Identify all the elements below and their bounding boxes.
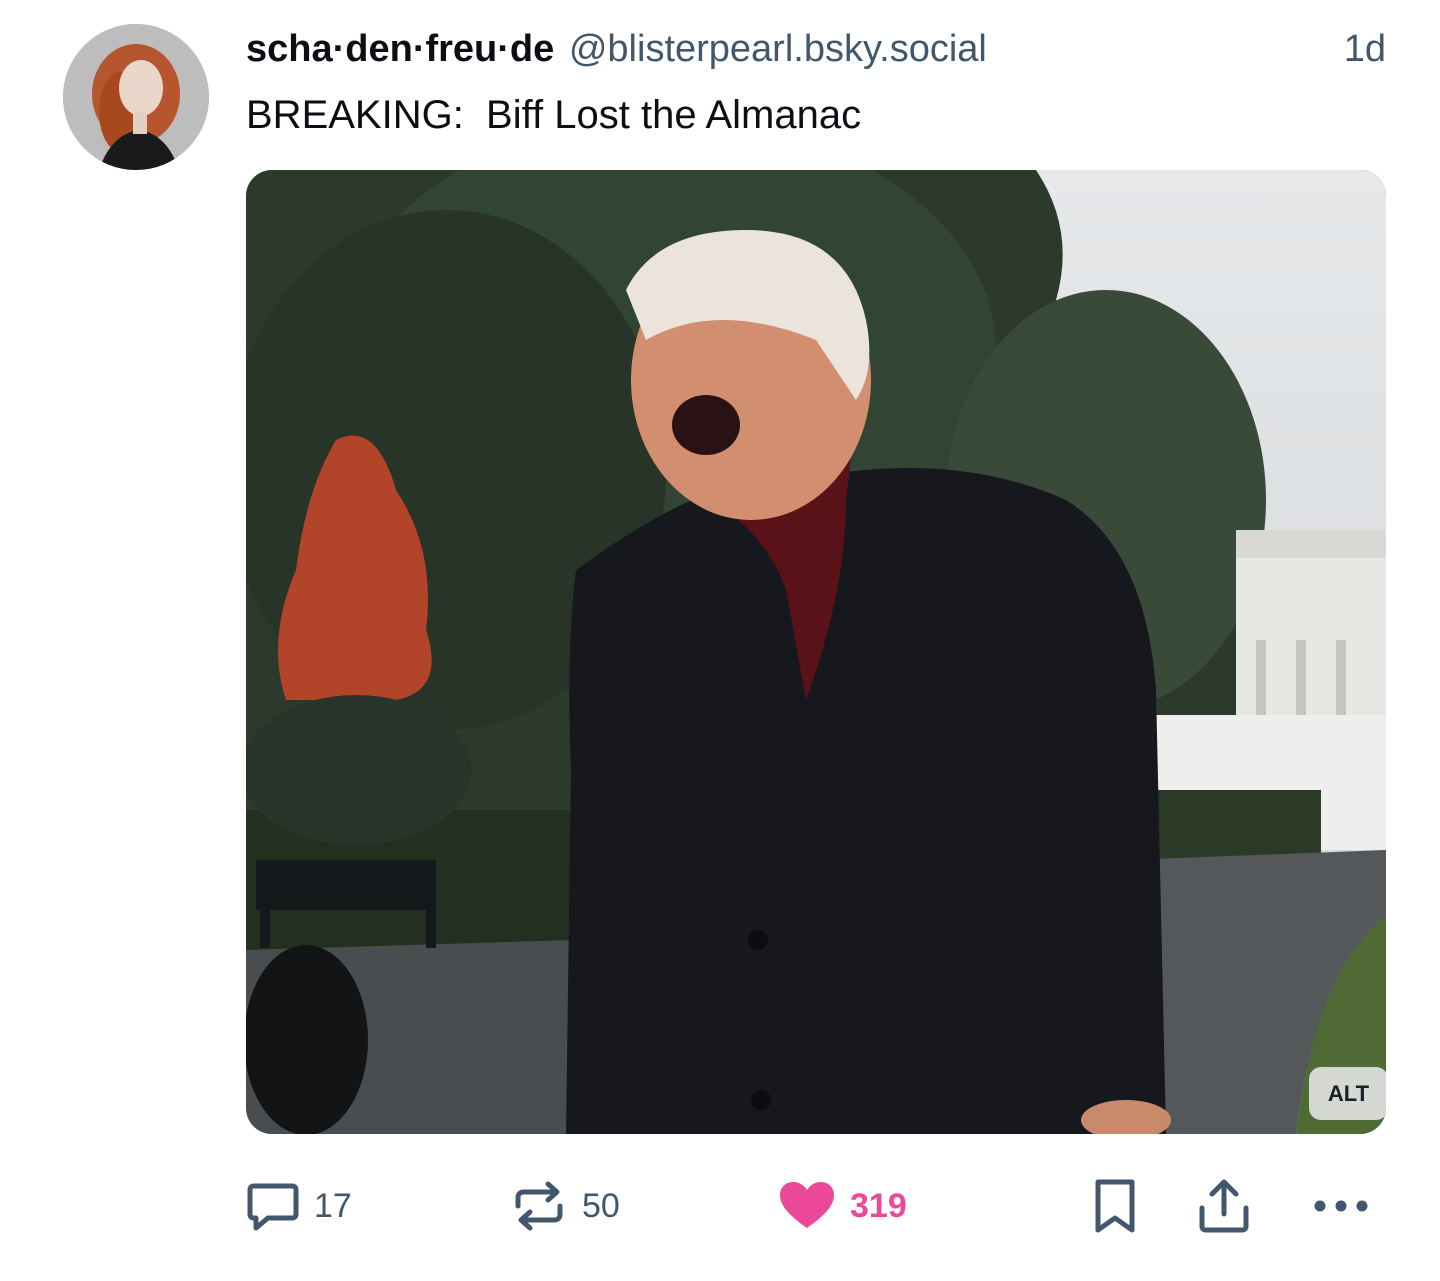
alt-text-button[interactable]: ALT (1309, 1067, 1386, 1120)
bookmark-icon (1092, 1178, 1138, 1234)
post-actions: 17 50 319 (246, 1176, 1386, 1236)
avatar[interactable] (63, 24, 209, 170)
speech-bubble-icon (246, 1180, 300, 1232)
post-card[interactable]: scha·den·freu·de @blisterpearl.bsky.soci… (0, 0, 1440, 1281)
author-handle[interactable]: @blisterpearl.bsky.social (569, 28, 987, 70)
share-button[interactable] (1196, 1176, 1252, 1236)
post-image[interactable]: ALT (246, 170, 1386, 1134)
post-timestamp[interactable]: 1d (1344, 26, 1386, 72)
reply-count: 17 (314, 1186, 352, 1225)
share-upload-icon (1196, 1178, 1252, 1234)
repost-count: 50 (582, 1186, 620, 1225)
post-text: BREAKING: Biff Lost the Almanac (246, 93, 862, 137)
ellipsis-icon (1312, 1196, 1370, 1216)
post-header: scha·den·freu·de @blisterpearl.bsky.soci… (246, 26, 1386, 72)
like-count: 319 (850, 1186, 907, 1225)
repost-arrows-icon (510, 1180, 568, 1232)
repost-button[interactable]: 50 (510, 1176, 620, 1236)
more-options-button[interactable] (1312, 1176, 1370, 1236)
author-display-name[interactable]: scha·den·freu·de (246, 28, 554, 70)
bookmark-button[interactable] (1092, 1176, 1138, 1236)
heart-icon (778, 1180, 836, 1232)
like-button[interactable]: 319 (778, 1176, 907, 1236)
reply-button[interactable]: 17 (246, 1176, 352, 1236)
